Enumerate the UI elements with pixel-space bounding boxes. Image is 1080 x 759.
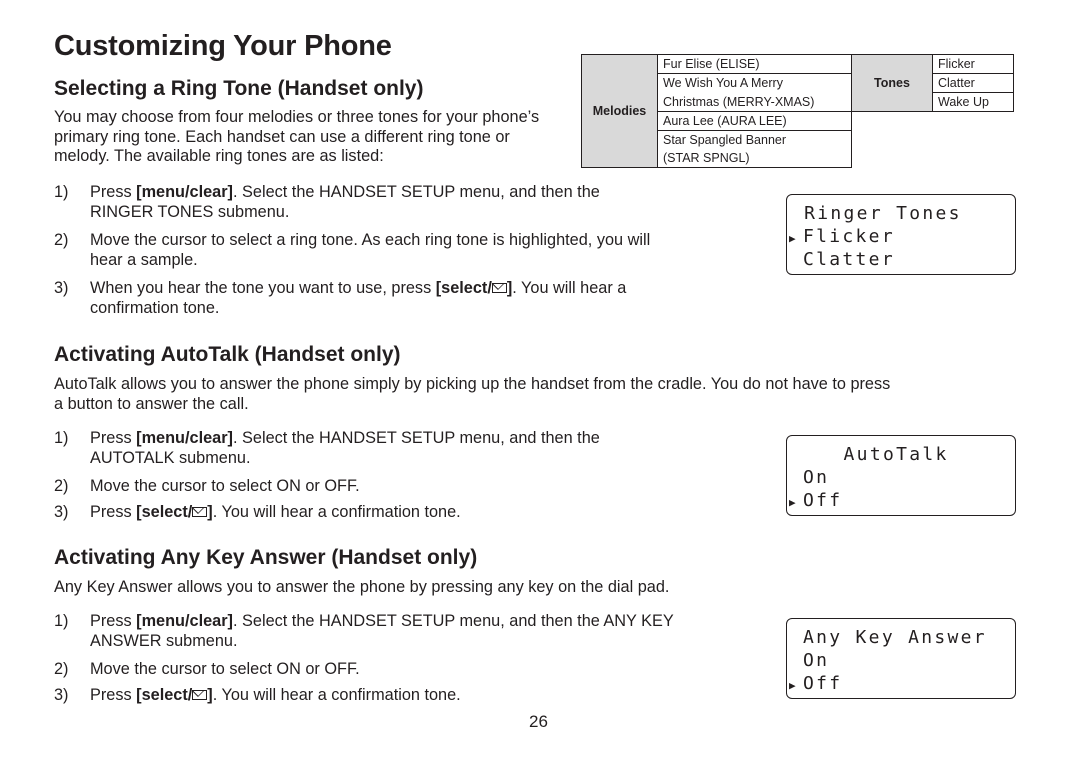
ring-tone-intro: You may choose from four melodies or thr… [54, 108, 540, 165]
lcd-title: Ringer Tones [791, 203, 962, 224]
section-heading-ring-tone: Selecting a Ring Tone (Handset only) [54, 77, 424, 100]
tone-cell: Clatter [932, 73, 1014, 93]
lcd-selected-row: ▶ Off [789, 672, 842, 695]
tones-header: Tones [851, 54, 933, 112]
tone-cell: Flicker [932, 54, 1014, 74]
lcd-selected-row: ▶ Off [789, 489, 842, 512]
section-heading-autotalk: Activating AutoTalk (Handset only) [54, 343, 401, 366]
melody-cell: Fur Elise (ELISE) [657, 54, 852, 74]
melody-cell: Christmas (MERRY-XMAS) [657, 92, 852, 112]
melody-cell: Star Spangled Banner [657, 130, 852, 149]
page-title: Customizing Your Phone [54, 30, 392, 62]
cursor-icon: ▶ [789, 232, 796, 245]
melodies-header: Melodies [581, 54, 658, 168]
melody-cell: Aura Lee (AURA LEE) [657, 111, 852, 131]
melody-cell: We Wish You A Merry [657, 73, 852, 93]
ring-tone-table: Melodies Fur Elise (ELISE) Tones Flicker… [581, 54, 1014, 168]
lcd-autotalk: AutoTalk On ▶ Off [786, 435, 1016, 516]
lcd-title: AutoTalk [791, 444, 949, 465]
lcd-any-key-answer: Any Key Answer On ▶ Off [786, 618, 1016, 699]
cursor-icon: ▶ [789, 679, 796, 692]
lcd-selected-row: ▶ Flicker [789, 225, 895, 248]
anykey-intro: Any Key Answer allows you to answer the … [54, 578, 670, 596]
lcd-row: On [803, 650, 830, 671]
cursor-icon: ▶ [789, 496, 796, 509]
lcd-ringer-tones: Ringer Tones ▶ Flicker Clatter [786, 194, 1016, 275]
melody-cell: (STAR SPNGL) [657, 149, 852, 168]
envelope-icon [192, 507, 208, 517]
lcd-title: Any Key Answer [803, 627, 987, 648]
envelope-icon [491, 283, 507, 293]
section-heading-any-key: Activating Any Key Answer (Handset only) [54, 546, 478, 569]
page-number: 26 [529, 712, 548, 731]
tone-cell: Wake Up [932, 92, 1014, 112]
lcd-row: On [803, 467, 830, 488]
lcd-row: Clatter [803, 249, 895, 270]
autotalk-intro: AutoTalk allows you to answer the phone … [54, 375, 891, 413]
envelope-icon [192, 690, 208, 700]
